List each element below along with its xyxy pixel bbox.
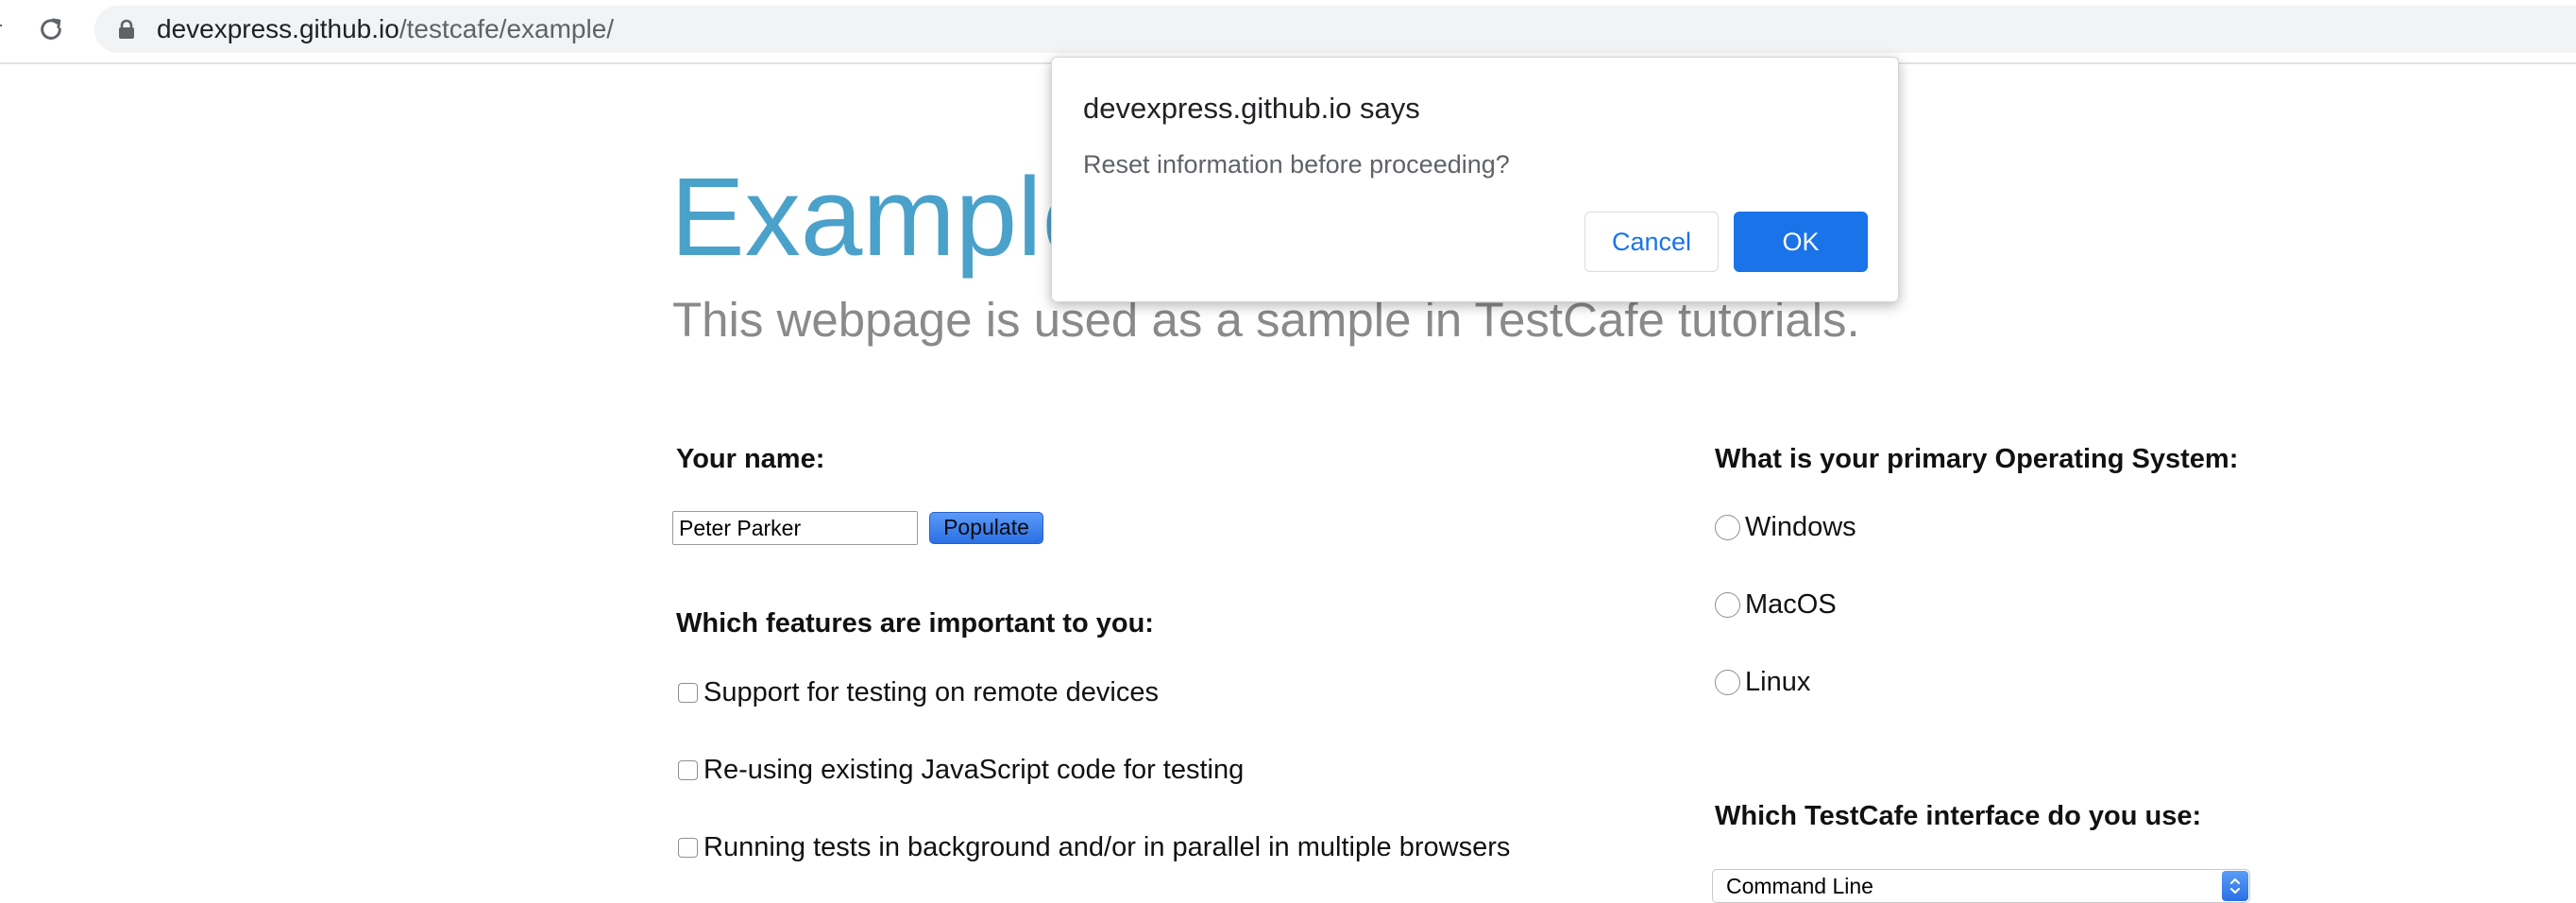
feature-option-background-parallel[interactable]: Running tests in background and/or in pa… <box>678 828 1510 866</box>
feature-label: Support for testing on remote devices <box>703 676 1159 707</box>
interface-select[interactable]: Command Line <box>1712 869 2250 903</box>
feature-checkbox[interactable] <box>678 837 698 858</box>
url-host: devexpress.github.io <box>157 14 399 43</box>
feature-checkbox[interactable] <box>678 759 698 780</box>
ok-button[interactable]: OK <box>1734 212 1868 272</box>
reload-button[interactable] <box>34 12 68 46</box>
feature-label: Re-using existing JavaScript code for te… <box>703 754 1245 785</box>
address-bar[interactable]: devexpress.github.io/testcafe/example/ <box>94 6 2576 53</box>
os-option-linux[interactable]: Linux <box>1715 663 1810 701</box>
os-label-text: Windows <box>1745 511 1856 542</box>
feature-label: Running tests in background and/or in pa… <box>703 831 1511 862</box>
page-title: Example <box>670 155 1105 280</box>
interface-label: Which TestCafe interface do you use: <box>1715 801 2202 831</box>
url-text[interactable]: devexpress.github.io/testcafe/example/ <box>157 6 614 53</box>
name-label: Your name: <box>676 444 825 474</box>
url-path: /testcafe/example/ <box>398 14 615 43</box>
os-radio[interactable] <box>1715 669 1740 695</box>
dialog-message: Reset information before proceeding? <box>1083 150 1510 179</box>
back-arrow-icon[interactable] <box>0 25 2 26</box>
os-radio[interactable] <box>1715 514 1740 540</box>
feature-checkbox[interactable] <box>678 682 698 703</box>
os-label: What is your primary Operating System: <box>1715 444 2239 474</box>
populate-button[interactable]: Populate <box>929 512 1043 544</box>
feature-option-remote-devices[interactable]: Support for testing on remote devices <box>678 673 1159 711</box>
feature-option-reusing-js[interactable]: Re-using existing JavaScript code for te… <box>678 751 1244 789</box>
os-option-windows[interactable]: Windows <box>1715 508 1856 546</box>
alert-dialog: devexpress.github.io says Reset informat… <box>1051 57 1899 302</box>
features-label: Which features are important to you: <box>676 608 1154 639</box>
reload-icon <box>41 18 61 40</box>
os-label-text: MacOS <box>1745 588 1837 620</box>
cancel-button[interactable]: Cancel <box>1585 212 1719 272</box>
select-arrows-icon <box>2222 871 2248 901</box>
os-label-text: Linux <box>1745 666 1811 697</box>
name-input[interactable] <box>672 511 918 545</box>
dialog-title: devexpress.github.io says <box>1083 92 1420 125</box>
browser-toolbar: devexpress.github.io/testcafe/example/ <box>0 0 2576 64</box>
os-radio[interactable] <box>1715 591 1740 618</box>
lock-icon <box>119 19 134 39</box>
os-option-macos[interactable]: MacOS <box>1715 586 1837 623</box>
